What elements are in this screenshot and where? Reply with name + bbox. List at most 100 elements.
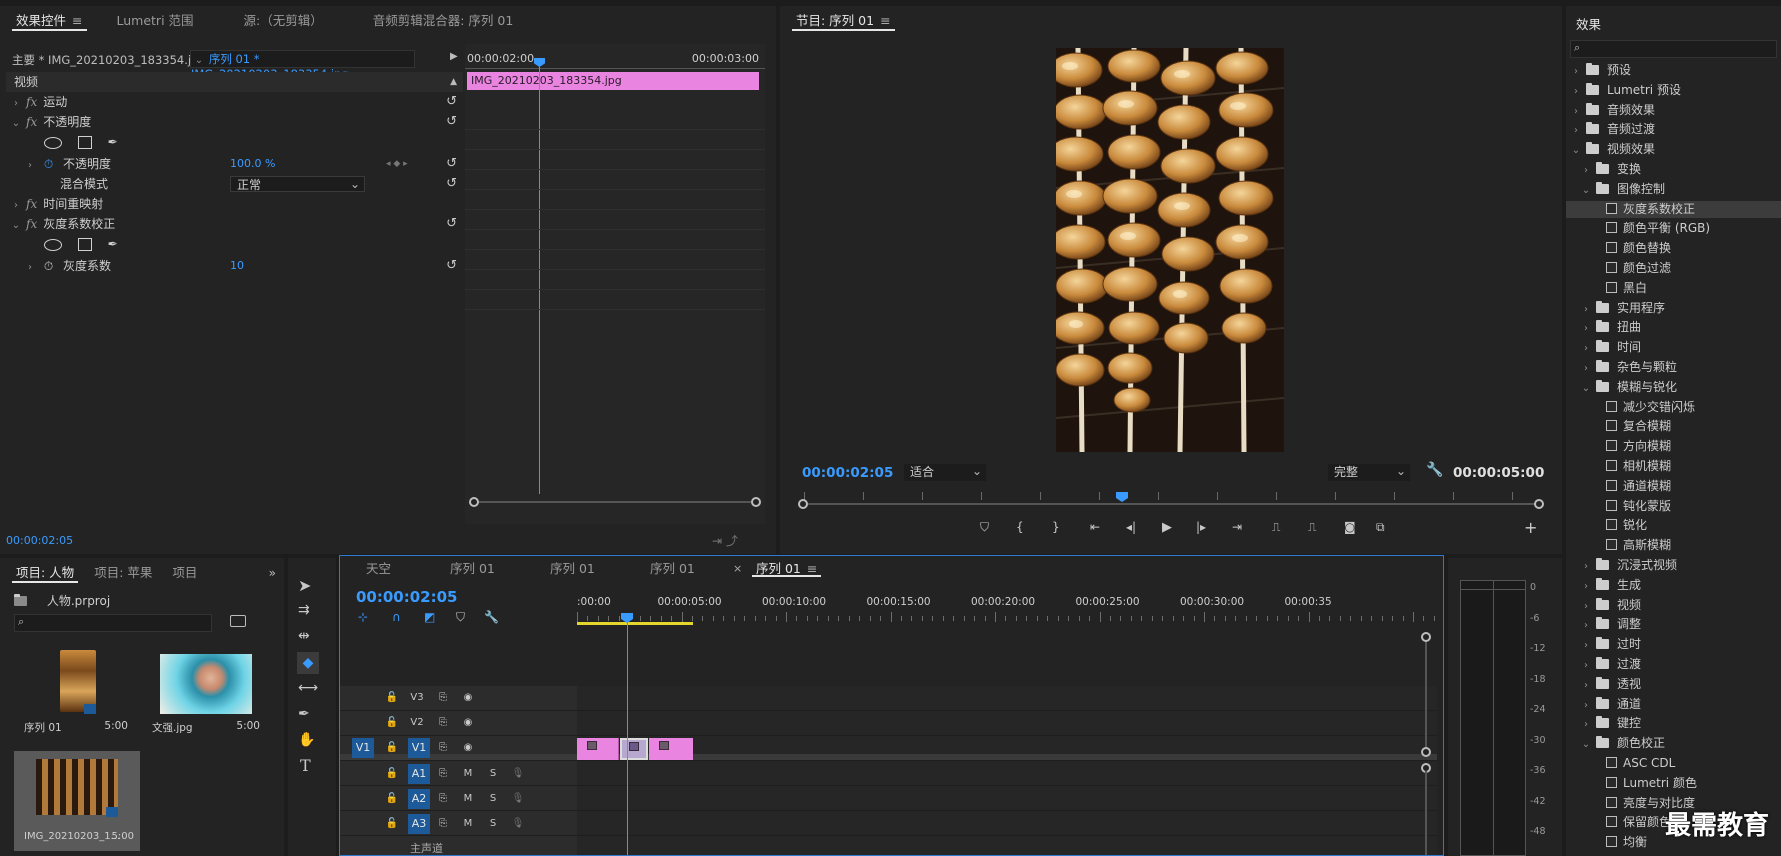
panel-menu-icon[interactable]: ≡ — [72, 6, 82, 36]
chevron-down-icon[interactable]: ⌄ — [10, 114, 22, 134]
effects-tree-item[interactable]: 方向模糊 — [1566, 438, 1781, 455]
add-marker-icon[interactable]: ⛉ — [456, 610, 465, 625]
stopwatch-icon[interactable]: ⏱ — [44, 259, 53, 273]
scroll-handle-mid[interactable] — [1421, 747, 1431, 757]
pen-mask-icon[interactable]: ✒ — [108, 237, 118, 251]
eye-icon[interactable]: ◉ — [458, 713, 478, 733]
mute-button[interactable]: M — [458, 814, 478, 834]
chevron-down-icon[interactable]: ⌄ — [1580, 182, 1592, 199]
chevron-right-icon[interactable]: › — [1570, 122, 1582, 139]
lock-icon[interactable]: 🔓 — [382, 814, 402, 834]
timeline-timecode[interactable]: 00:00:02:05 — [356, 588, 458, 606]
go-to-in-icon[interactable]: ⇤ — [1090, 520, 1100, 534]
hand-tool-icon[interactable]: ✋ — [298, 732, 315, 748]
program-timecode[interactable]: 00:00:02:05 — [802, 465, 893, 481]
quality-select[interactable]: 完整 ⌄ — [1328, 464, 1410, 481]
rectangle-mask-icon[interactable] — [77, 136, 92, 149]
effects-tree-item[interactable]: 颜色替换 — [1566, 240, 1781, 257]
ec-footer-icons[interactable]: ⇥ ⤴ — [712, 532, 738, 549]
bin-icon[interactable] — [230, 615, 246, 627]
clip-v1-2[interactable] — [620, 738, 648, 760]
gamma-value[interactable]: 10 — [230, 256, 244, 276]
effect-motion[interactable]: › fx 运动 ↺ — [6, 92, 463, 112]
program-playhead-icon[interactable] — [1116, 492, 1128, 502]
effects-tree-item[interactable]: › 杂色与颗粒 — [1566, 359, 1781, 376]
step-back-icon[interactable]: ◂| — [1126, 520, 1136, 534]
chevron-right-icon[interactable]: › — [1580, 162, 1592, 179]
ellipse-mask-icon[interactable] — [44, 136, 62, 149]
effects-tree-item[interactable]: › 视频 — [1566, 597, 1781, 614]
opacity-value[interactable]: 100.0 % — [230, 154, 275, 174]
effect-gamma-correction[interactable]: ⌄ fx 灰度系数校正 ↺ — [6, 214, 463, 234]
chevron-down-icon[interactable]: ⌄ — [10, 216, 22, 236]
chevron-right-icon[interactable]: › — [1580, 716, 1592, 733]
tab-audio-mixer[interactable]: 音频剪辑混合器: 序列 01 — [363, 6, 524, 36]
reset-icon[interactable]: ↺ — [446, 256, 457, 276]
tab-sequence-active[interactable]: 序列 01 ≡ — [746, 556, 827, 582]
sync-lock-icon[interactable]: ⎘ — [433, 738, 453, 758]
chevron-right-icon[interactable]: › — [24, 258, 36, 278]
razor-tool-icon[interactable]: ◆ — [297, 652, 319, 674]
effects-tree-item[interactable]: ⌄ 颜色校正 — [1566, 735, 1781, 752]
effects-tree-item[interactable]: › 时间 — [1566, 339, 1781, 356]
ec-clip-bar[interactable]: IMG_20210203_183354.jpg — [467, 72, 759, 90]
effects-tree-item[interactable]: 锐化 — [1566, 517, 1781, 534]
lock-icon[interactable]: 🔓 — [382, 738, 402, 758]
effects-tree-item[interactable]: Lumetri 颜色 — [1566, 775, 1781, 792]
tab-sequence-2[interactable]: 序列 01 — [540, 556, 605, 582]
effects-tree-item[interactable]: 高斯模糊 — [1566, 537, 1781, 554]
play-clip-icon[interactable]: ▶ — [450, 51, 458, 62]
selection-tool-icon[interactable]: ➤ — [298, 576, 311, 595]
solo-button[interactable]: S — [483, 789, 503, 809]
effects-tree-item[interactable]: 复合模糊 — [1566, 418, 1781, 435]
slip-tool-icon[interactable]: ⟷ — [298, 680, 318, 696]
project-item-photo[interactable]: IMG_20210203_1... 5:00 — [14, 751, 140, 851]
timeline-playhead-line[interactable] — [627, 622, 628, 855]
lock-icon[interactable]: 🔓 — [382, 713, 402, 733]
timeline-settings-wrench-icon[interactable]: 🔧 — [484, 610, 499, 624]
ec-scroll-right-handle[interactable] — [751, 497, 761, 507]
track-label[interactable]: A1 — [408, 764, 430, 784]
rectangle-mask-icon[interactable] — [77, 238, 92, 251]
tab-lumetri-scopes[interactable]: Lumetri 范围 — [107, 6, 204, 36]
ec-scroll-left-handle[interactable] — [469, 497, 479, 507]
snap-magnet-icon[interactable]: ∩ — [392, 610, 401, 624]
effects-tree-item[interactable]: › 透视 — [1566, 676, 1781, 693]
chevron-right-icon[interactable]: › — [1570, 103, 1582, 120]
tab-project-people[interactable]: 项目: 人物 — [6, 558, 84, 588]
ec-scrollbar[interactable] — [479, 501, 751, 503]
tab-program[interactable]: 节目: 序列 01 ≡ — [786, 6, 901, 36]
effects-tree-item[interactable]: 通道模糊 — [1566, 478, 1781, 495]
effects-tree-item[interactable]: 颜色平衡 (RGB) — [1566, 220, 1781, 237]
master-clip-label[interactable]: 主要 * IMG_20210203_183354.jpg — [12, 52, 206, 68]
vertical-scrollbar-audio[interactable] — [1425, 771, 1427, 855]
chevron-right-icon[interactable]: › — [1580, 301, 1592, 318]
pen-tool-icon[interactable]: ✒ — [298, 706, 310, 722]
lift-icon[interactable]: ⎍ — [1272, 520, 1280, 535]
panel-menu-icon[interactable]: ≡ — [807, 556, 817, 582]
program-video-frame[interactable] — [1056, 48, 1284, 452]
chevron-right-icon[interactable]: › — [1580, 320, 1592, 337]
effects-search-input[interactable]: ⌕ — [1570, 40, 1777, 58]
track-label[interactable]: A3 — [408, 814, 430, 834]
solo-button[interactable]: S — [483, 814, 503, 834]
tab-project[interactable]: 项目 — [162, 558, 207, 588]
effects-tree-item[interactable]: 灰度系数校正 — [1566, 200, 1781, 218]
effects-tree-item[interactable]: › 过渡 — [1566, 656, 1781, 673]
effects-tree-item[interactable]: › 音频过渡 — [1566, 121, 1781, 138]
chevron-right-icon[interactable]: › — [10, 196, 22, 216]
project-item-image[interactable]: 文强.jpg 5:00 — [142, 648, 268, 738]
chevron-right-icon[interactable]: › — [1570, 63, 1582, 80]
chevron-right-icon[interactable]: › — [10, 94, 22, 114]
effects-tree-item[interactable]: 黑白 — [1566, 280, 1781, 297]
add-button-icon[interactable]: + — [1524, 518, 1537, 537]
effects-tree-item[interactable]: › 通道 — [1566, 696, 1781, 713]
step-forward-icon[interactable]: |▸ — [1196, 520, 1206, 534]
collapse-up-icon[interactable]: ▲ — [450, 72, 457, 92]
nest-toggle-icon[interactable]: ⊹ — [358, 610, 368, 624]
mute-button[interactable]: M — [458, 789, 478, 809]
play-icon[interactable]: ▶ — [1162, 520, 1172, 535]
chevron-right-icon[interactable]: › — [1580, 598, 1592, 615]
mute-button[interactable]: M — [458, 764, 478, 784]
source-patch-v1[interactable]: V1 — [352, 738, 374, 758]
